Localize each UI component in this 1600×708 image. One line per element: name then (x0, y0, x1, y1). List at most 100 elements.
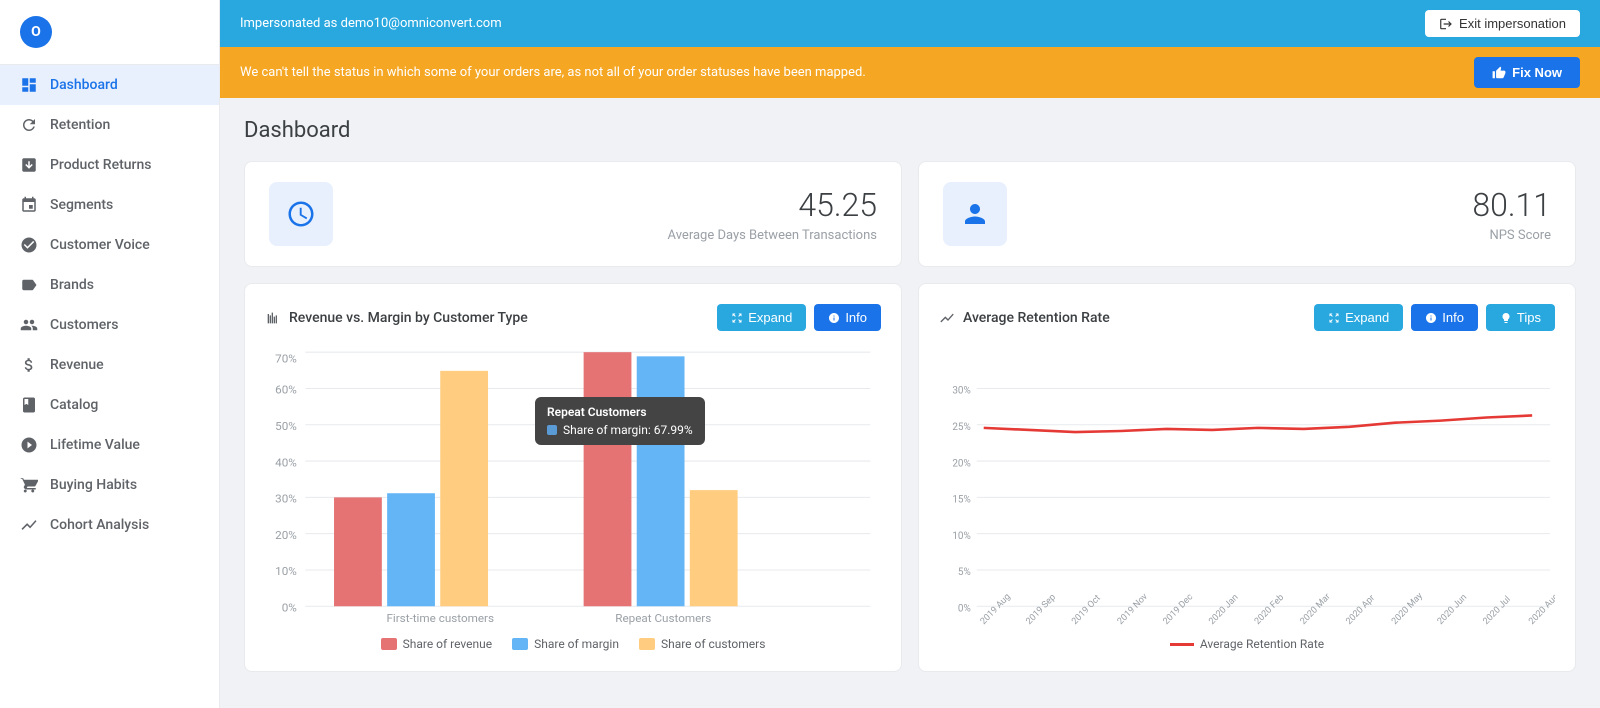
bar-chart-actions: Expand Info (717, 304, 881, 331)
sidebar-label-segments: Segments (50, 197, 113, 213)
line-chart-actions: Expand Info Tips (1314, 304, 1555, 331)
fix-label: Fix Now (1512, 65, 1562, 80)
brands-icon (20, 276, 38, 294)
sidebar-logo: O (0, 0, 219, 65)
sidebar-label-dashboard: Dashboard (50, 77, 118, 93)
sidebar-item-brands[interactable]: Brands (0, 265, 219, 305)
bar-chart-header: Revenue vs. Margin by Customer Type Expa… (265, 304, 881, 331)
line-chart-info-button[interactable]: Info (1411, 304, 1478, 331)
sidebar-label-catalog: Catalog (50, 397, 98, 413)
legend-label-margin: Share of margin (534, 637, 619, 651)
line-chart-icon (939, 310, 955, 326)
stat-card-days-info: 45.25 Average Days Between Transactions (668, 186, 877, 243)
exit-icon (1439, 17, 1453, 31)
legend-item-margin: Share of margin (512, 637, 619, 651)
svg-text:2020 Jan: 2020 Jan (1207, 593, 1240, 627)
segments-icon (20, 196, 38, 214)
sidebar-item-voice[interactable]: Customer Voice (0, 225, 219, 265)
svg-text:2020 Feb: 2020 Feb (1253, 593, 1286, 627)
sidebar-label-revenue: Revenue (50, 357, 104, 373)
stat-value-nps: 80.11 (1472, 186, 1551, 224)
sidebar-label-returns: Product Returns (50, 157, 151, 173)
sidebar: O Dashboard Retention Product Returns Se… (0, 0, 220, 708)
sidebar-item-cohort[interactable]: Cohort Analysis (0, 505, 219, 545)
bar-chart-expand-button[interactable]: Expand (717, 304, 806, 331)
warning-bar: We can't tell the status in which some o… (220, 47, 1600, 98)
legend-label-revenue: Share of revenue (403, 637, 493, 651)
line-legend-item: Average Retention Rate (1170, 637, 1324, 651)
line-legend-label: Average Retention Rate (1200, 637, 1324, 651)
svg-text:2020 Aug: 2020 Aug (1527, 592, 1555, 627)
sidebar-item-customers[interactable]: Customers (0, 305, 219, 345)
line-chart-area: 0% 5% 10% 15% 20% 25% 30% (939, 347, 1555, 627)
sidebar-label-buying: Buying Habits (50, 477, 137, 493)
info-icon-bar (828, 312, 840, 324)
sidebar-item-retention[interactable]: Retention (0, 105, 219, 145)
lifetime-icon (20, 436, 38, 454)
line-chart-expand-button[interactable]: Expand (1314, 304, 1403, 331)
sidebar-item-buying[interactable]: Buying Habits (0, 465, 219, 505)
line-chart-title: Average Retention Rate (939, 310, 1110, 326)
legend-item-customers: Share of customers (639, 637, 765, 651)
bar-chart-card: Revenue vs. Margin by Customer Type Expa… (244, 283, 902, 672)
line-chart-tips-button[interactable]: Tips (1486, 304, 1555, 331)
clock-icon-container (269, 182, 333, 246)
customers-icon (20, 316, 38, 334)
sidebar-item-returns[interactable]: Product Returns (0, 145, 219, 185)
sidebar-item-dashboard[interactable]: Dashboard (0, 65, 219, 105)
line-chart-legend: Average Retention Rate (939, 637, 1555, 651)
exit-impersonation-button[interactable]: Exit impersonation (1425, 10, 1580, 37)
bar-chart-svg: 0% 10% 20% 30% 40% 50% 60% 70% (265, 347, 881, 627)
exit-label: Exit impersonation (1459, 16, 1566, 31)
stat-card-days: 45.25 Average Days Between Transactions (244, 161, 902, 267)
voice-icon (20, 236, 38, 254)
svg-text:40%: 40% (275, 455, 297, 469)
svg-text:0%: 0% (958, 603, 971, 614)
svg-text:20%: 20% (275, 528, 297, 542)
svg-text:2020 Jul: 2020 Jul (1482, 595, 1513, 627)
bar-chart-area: 0% 10% 20% 30% 40% 50% 60% 70% (265, 347, 881, 627)
sidebar-item-revenue[interactable]: Revenue (0, 345, 219, 385)
svg-text:2020 May: 2020 May (1390, 591, 1425, 627)
fix-icon (1492, 66, 1506, 80)
returns-icon (20, 156, 38, 174)
sidebar-label-cohort: Cohort Analysis (50, 517, 149, 533)
legend-swatch-margin (512, 638, 528, 650)
sidebar-label-customers: Customers (50, 317, 118, 333)
legend-swatch-revenue (381, 638, 397, 650)
sidebar-item-lifetime[interactable]: Lifetime Value (0, 425, 219, 465)
content-area: Dashboard 45.25 Average Days Between Tra… (220, 98, 1600, 708)
dashboard-icon (20, 76, 38, 94)
bar-chart-title: Revenue vs. Margin by Customer Type (265, 310, 528, 326)
sidebar-label-voice: Customer Voice (50, 237, 150, 253)
line-chart-svg: 0% 5% 10% 15% 20% 25% 30% (939, 347, 1555, 627)
line-chart-header: Average Retention Rate Expand Info (939, 304, 1555, 331)
fix-now-button[interactable]: Fix Now (1474, 57, 1580, 88)
bar-chart-icon (265, 310, 281, 326)
svg-text:50%: 50% (275, 419, 297, 433)
svg-text:2019 Dec: 2019 Dec (1162, 592, 1196, 627)
stat-value-days: 45.25 (668, 186, 877, 224)
legend-label-customers: Share of customers (661, 637, 765, 651)
sidebar-label-retention: Retention (50, 117, 110, 133)
svg-text:2020 Jun: 2020 Jun (1436, 593, 1469, 627)
bar-chart-info-button[interactable]: Info (814, 304, 881, 331)
stat-label-days: Average Days Between Transactions (668, 228, 877, 243)
bar-chart-legend: Share of revenue Share of margin Share o… (265, 637, 881, 651)
catalog-icon (20, 396, 38, 414)
expand-icon-line (1328, 312, 1340, 324)
person-icon (960, 199, 990, 229)
main-content: Impersonated as demo10@omniconvert.com E… (220, 0, 1600, 708)
warning-text: We can't tell the status in which some o… (240, 65, 866, 80)
svg-text:2019 Nov: 2019 Nov (1116, 591, 1150, 627)
svg-text:15%: 15% (952, 494, 970, 505)
svg-text:70%: 70% (275, 352, 297, 366)
cohort-icon (20, 516, 38, 534)
clock-icon (286, 199, 316, 229)
sidebar-item-catalog[interactable]: Catalog (0, 385, 219, 425)
revenue-icon (20, 356, 38, 374)
svg-text:First-time customers: First-time customers (386, 611, 494, 625)
svg-text:25%: 25% (952, 422, 970, 433)
sidebar-item-segments[interactable]: Segments (0, 185, 219, 225)
impersonation-bar: Impersonated as demo10@omniconvert.com E… (220, 0, 1600, 47)
